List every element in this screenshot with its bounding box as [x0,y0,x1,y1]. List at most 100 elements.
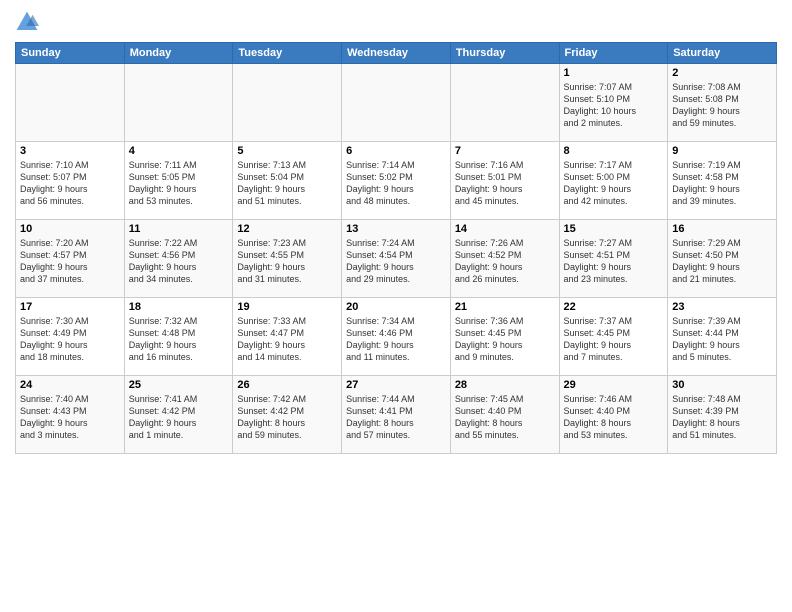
day-info: Sunrise: 7:48 AM Sunset: 4:39 PM Dayligh… [672,393,772,442]
day-number: 20 [346,301,446,313]
calendar-cell: 6 Sunrise: 7:14 AM Sunset: 5:02 PM Daylig… [342,142,451,220]
calendar-cell: 30 Sunrise: 7:48 AM Sunset: 4:39 PM Dayli… [668,376,777,454]
calendar-cell: 22 Sunrise: 7:37 AM Sunset: 4:45 PM Dayli… [559,298,668,376]
calendar-week-row: 24 Sunrise: 7:40 AM Sunset: 4:43 PM Dayli… [16,376,777,454]
day-number: 19 [237,301,337,313]
day-number: 28 [455,379,555,391]
calendar-cell: 2Sunrise: 7:08 AM Sunset: 5:08 PM Daylig… [668,64,777,142]
day-info: Sunrise: 7:42 AM Sunset: 4:42 PM Dayligh… [237,393,337,442]
day-number: 7 [455,145,555,157]
calendar-cell: 16 Sunrise: 7:29 AM Sunset: 4:50 PM Dayli… [668,220,777,298]
calendar-cell: 4 Sunrise: 7:11 AM Sunset: 5:05 PM Daylig… [124,142,233,220]
day-number: 25 [129,379,229,391]
calendar-cell: 18 Sunrise: 7:32 AM Sunset: 4:48 PM Dayli… [124,298,233,376]
day-info: Sunrise: 7:07 AM Sunset: 5:10 PM Dayligh… [564,81,664,130]
calendar-cell: 3Sunrise: 7:10 AM Sunset: 5:07 PM Daylig… [16,142,125,220]
day-number: 3 [20,145,120,157]
day-info: Sunrise: 7:33 AM Sunset: 4:47 PM Dayligh… [237,315,337,364]
calendar-cell: 27Sunrise: 7:44 AM Sunset: 4:41 PM Dayli… [342,376,451,454]
calendar-cell: 19 Sunrise: 7:33 AM Sunset: 4:47 PM Dayli… [233,298,342,376]
calendar-cell: 28 Sunrise: 7:45 AM Sunset: 4:40 PM Dayli… [450,376,559,454]
header [15,10,777,34]
day-number: 13 [346,223,446,235]
day-of-week-header: Saturday [668,43,777,64]
day-number: 23 [672,301,772,313]
day-of-week-header: Tuesday [233,43,342,64]
calendar-cell: 21Sunrise: 7:36 AM Sunset: 4:45 PM Dayli… [450,298,559,376]
day-number: 22 [564,301,664,313]
calendar-cell: 13 Sunrise: 7:24 AM Sunset: 4:54 PM Dayli… [342,220,451,298]
calendar-cell: 8Sunrise: 7:17 AM Sunset: 5:00 PM Daylig… [559,142,668,220]
page: SundayMondayTuesdayWednesdayThursdayFrid… [0,0,792,612]
day-number: 15 [564,223,664,235]
day-info: Sunrise: 7:34 AM Sunset: 4:46 PM Dayligh… [346,315,446,364]
day-number: 5 [237,145,337,157]
day-of-week-header: Friday [559,43,668,64]
day-number: 26 [237,379,337,391]
calendar-header: SundayMondayTuesdayWednesdayThursdayFrid… [16,43,777,64]
calendar-cell: 10Sunrise: 7:20 AM Sunset: 4:57 PM Dayli… [16,220,125,298]
day-info: Sunrise: 7:46 AM Sunset: 4:40 PM Dayligh… [564,393,664,442]
calendar-cell [233,64,342,142]
calendar-cell: 9 Sunrise: 7:19 AM Sunset: 4:58 PM Daylig… [668,142,777,220]
calendar-cell: 1 Sunrise: 7:07 AM Sunset: 5:10 PM Daylig… [559,64,668,142]
calendar-cell: 7 Sunrise: 7:16 AM Sunset: 5:01 PM Daylig… [450,142,559,220]
day-info: Sunrise: 7:37 AM Sunset: 4:45 PM Dayligh… [564,315,664,364]
day-info: Sunrise: 7:45 AM Sunset: 4:40 PM Dayligh… [455,393,555,442]
calendar-body: 1 Sunrise: 7:07 AM Sunset: 5:10 PM Daylig… [16,64,777,454]
day-number: 9 [672,145,772,157]
day-info: Sunrise: 7:26 AM Sunset: 4:52 PM Dayligh… [455,237,555,286]
day-info: Sunrise: 7:14 AM Sunset: 5:02 PM Dayligh… [346,159,446,208]
calendar-cell: 20 Sunrise: 7:34 AM Sunset: 4:46 PM Dayli… [342,298,451,376]
day-number: 24 [20,379,120,391]
day-info: Sunrise: 7:40 AM Sunset: 4:43 PM Dayligh… [20,393,120,442]
calendar-week-row: 10Sunrise: 7:20 AM Sunset: 4:57 PM Dayli… [16,220,777,298]
day-info: Sunrise: 7:30 AM Sunset: 4:49 PM Dayligh… [20,315,120,364]
day-number: 8 [564,145,664,157]
calendar-cell: 24 Sunrise: 7:40 AM Sunset: 4:43 PM Dayli… [16,376,125,454]
day-number: 16 [672,223,772,235]
calendar-cell [124,64,233,142]
calendar-week-row: 17 Sunrise: 7:30 AM Sunset: 4:49 PM Dayli… [16,298,777,376]
calendar-cell: 26 Sunrise: 7:42 AM Sunset: 4:42 PM Dayli… [233,376,342,454]
day-of-week-header: Thursday [450,43,559,64]
day-number: 30 [672,379,772,391]
day-number: 27 [346,379,446,391]
calendar-cell: 15Sunrise: 7:27 AM Sunset: 4:51 PM Dayli… [559,220,668,298]
day-number: 1 [564,67,664,79]
day-info: Sunrise: 7:24 AM Sunset: 4:54 PM Dayligh… [346,237,446,286]
logo-icon [15,10,39,34]
day-of-week-header: Wednesday [342,43,451,64]
day-number: 18 [129,301,229,313]
calendar-cell: 11 Sunrise: 7:22 AM Sunset: 4:56 PM Dayli… [124,220,233,298]
logo [15,10,41,34]
day-info: Sunrise: 7:22 AM Sunset: 4:56 PM Dayligh… [129,237,229,286]
day-number: 6 [346,145,446,157]
calendar-cell: 29 Sunrise: 7:46 AM Sunset: 4:40 PM Dayli… [559,376,668,454]
calendar-cell: 25 Sunrise: 7:41 AM Sunset: 4:42 PM Dayli… [124,376,233,454]
day-info: Sunrise: 7:41 AM Sunset: 4:42 PM Dayligh… [129,393,229,442]
day-info: Sunrise: 7:16 AM Sunset: 5:01 PM Dayligh… [455,159,555,208]
calendar-cell [16,64,125,142]
day-info: Sunrise: 7:19 AM Sunset: 4:58 PM Dayligh… [672,159,772,208]
calendar-cell: 12Sunrise: 7:23 AM Sunset: 4:55 PM Dayli… [233,220,342,298]
day-info: Sunrise: 7:11 AM Sunset: 5:05 PM Dayligh… [129,159,229,208]
day-number: 29 [564,379,664,391]
day-number: 17 [20,301,120,313]
day-number: 11 [129,223,229,235]
calendar-cell: 14Sunrise: 7:26 AM Sunset: 4:52 PM Dayli… [450,220,559,298]
day-of-week-header: Sunday [16,43,125,64]
day-of-week-header: Monday [124,43,233,64]
day-info: Sunrise: 7:29 AM Sunset: 4:50 PM Dayligh… [672,237,772,286]
day-number: 2 [672,67,772,79]
day-info: Sunrise: 7:32 AM Sunset: 4:48 PM Dayligh… [129,315,229,364]
calendar-cell: 17 Sunrise: 7:30 AM Sunset: 4:49 PM Dayli… [16,298,125,376]
calendar-table: SundayMondayTuesdayWednesdayThursdayFrid… [15,42,777,454]
calendar-cell: 23 Sunrise: 7:39 AM Sunset: 4:44 PM Dayli… [668,298,777,376]
day-number: 12 [237,223,337,235]
calendar-cell [450,64,559,142]
day-number: 10 [20,223,120,235]
day-info: Sunrise: 7:39 AM Sunset: 4:44 PM Dayligh… [672,315,772,364]
day-number: 4 [129,145,229,157]
calendar-week-row: 1 Sunrise: 7:07 AM Sunset: 5:10 PM Daylig… [16,64,777,142]
